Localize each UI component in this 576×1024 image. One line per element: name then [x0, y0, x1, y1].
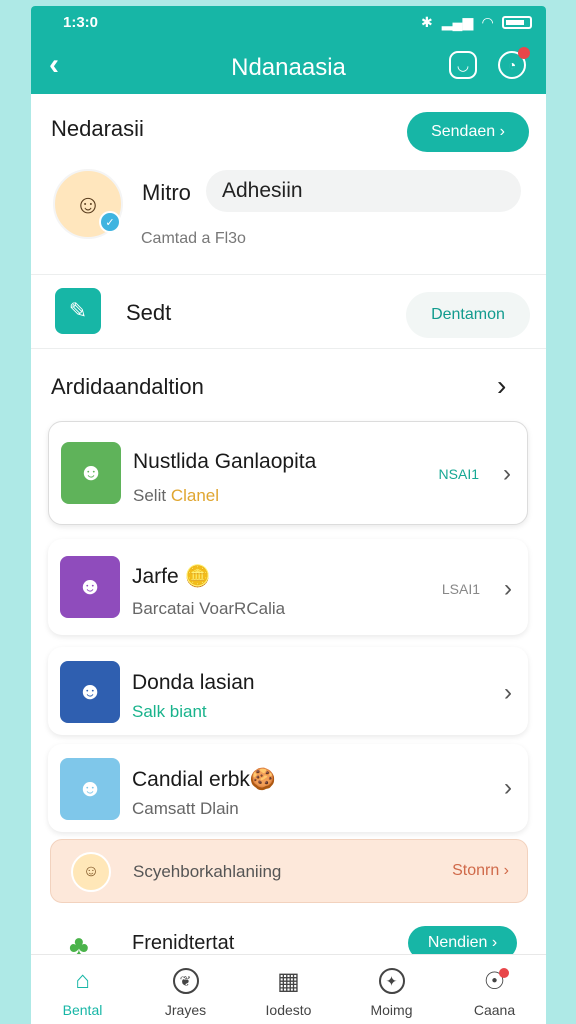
- list-item-sub: Salk biant: [132, 702, 207, 721]
- status-badge: NSAI1: [438, 466, 479, 482]
- app-screen: 1:3:0 ✱ ▂▄▆ ◠ ‹ Ndanaasia ◡ ◔ Nedarasii …: [31, 6, 546, 1024]
- tab-calendar[interactable]: ▦ Iodesto: [237, 955, 340, 1024]
- status-bar: 1:3:0 ✱ ▂▄▆ ◠: [31, 6, 546, 38]
- section-title: Nedarasii: [51, 116, 144, 141]
- tab-compass[interactable]: ✦ Moimg: [340, 955, 443, 1024]
- promo-button[interactable]: Stonrn ›: [452, 862, 509, 880]
- profile-name: Mitro: [142, 180, 191, 205]
- chevron-right-icon: ›: [503, 460, 511, 487]
- list-item-sub: Camsatt Dlain: [132, 799, 239, 818]
- chat-icon[interactable]: ◡: [449, 51, 477, 79]
- status-badge: LSAI1: [441, 581, 480, 597]
- tab-label: Caana: [473, 1002, 516, 1018]
- compass-icon: ✦: [378, 968, 405, 994]
- list-item[interactable]: ☻ Donda lasian Salk biant ›: [48, 647, 528, 735]
- edit-action-button[interactable]: Dentamon: [406, 292, 530, 338]
- send-button[interactable]: Sendaen ›: [407, 112, 529, 152]
- list-item[interactable]: ☻ Candial erbk🍪 Camsatt Dlain ›: [48, 744, 528, 832]
- friend-label: Frenidtertat: [132, 932, 235, 954]
- notification-dot: [499, 968, 509, 978]
- shield-icon: ✓: [99, 211, 121, 233]
- search-input[interactable]: [206, 170, 521, 212]
- wifi-icon: ◠: [482, 13, 493, 30]
- signal-icon: ▂▄▆: [441, 13, 474, 30]
- chevron-right-icon: ›: [504, 679, 512, 706]
- leaf-icon: ❦: [172, 968, 199, 994]
- chevron-right-icon: ›: [504, 575, 512, 602]
- calendar-icon: ▦: [277, 967, 300, 995]
- list-item-name: Candial erbk🍪: [132, 768, 277, 791]
- tab-label: Iodesto: [265, 1002, 312, 1018]
- tab-label: Bental: [62, 1002, 103, 1018]
- bluetooth-icon: ✱: [421, 13, 433, 30]
- chevron-right-icon: ›: [504, 774, 512, 801]
- list-title: Ardidaandaltion: [51, 374, 204, 399]
- notification-dot: [518, 47, 530, 59]
- tab-home[interactable]: ⌂ Bental: [31, 955, 134, 1024]
- tab-label: Moimg: [370, 1002, 413, 1018]
- chevron-right-icon[interactable]: ›: [497, 370, 506, 402]
- status-icons: ✱ ▂▄▆ ◠: [421, 14, 532, 31]
- list-item-sub-b: Clanel: [170, 486, 220, 505]
- list-item-sub: Barcatai VoarRCalia: [132, 599, 286, 618]
- battery-icon: [502, 15, 532, 29]
- home-icon: ⌂: [75, 967, 90, 994]
- avatar: ☻: [61, 442, 121, 504]
- status-time: 1:3:0: [63, 13, 99, 31]
- avatar: ☻: [60, 556, 120, 618]
- profile-subtitle: Camtad a Fl3o: [141, 230, 246, 247]
- list-item-sub: Selit Clanel: [133, 486, 219, 506]
- promo-banner[interactable]: ☺ Scyehborkahlaniing Stonrn ›: [50, 839, 528, 903]
- avatar: ☻: [60, 758, 120, 820]
- list-item[interactable]: ☻ Nustlida Ganlaopita Selit Clanel NSAI1…: [48, 421, 528, 525]
- tab-profile[interactable]: ☉ Caana: [443, 955, 546, 1024]
- nav-row: ‹ Ndanaasia ◡ ◔: [31, 42, 546, 88]
- list-item-sub-a: Selit: [133, 486, 167, 505]
- list-item-name: Donda lasian: [132, 671, 255, 694]
- tab-label: Jrayes: [164, 1002, 207, 1018]
- edit-label: Sedt: [126, 300, 172, 325]
- avatar: ☺: [71, 852, 111, 892]
- avatar: ☻: [60, 661, 120, 723]
- divider: [31, 348, 546, 349]
- list-item[interactable]: ☻ Jarfe 🪙 Barcatai VoarRCalia LSAI1 ›: [48, 539, 528, 635]
- divider: [31, 274, 546, 275]
- list-item-name: Nustlida Ganlaopita: [133, 450, 317, 473]
- app-header: 1:3:0 ✱ ▂▄▆ ◠ ‹ Ndanaasia ◡ ◔: [31, 6, 546, 94]
- list-item-name: Jarfe 🪙: [132, 565, 211, 588]
- promo-text: Scyehborkahlaniing: [133, 862, 282, 881]
- edit-icon[interactable]: ✎: [55, 288, 101, 334]
- tab-bar: ⌂ Bental ❦ Jrayes ▦ Iodesto ✦ Moimg ☉ Ca…: [31, 954, 546, 1024]
- tab-leaf[interactable]: ❦ Jrayes: [134, 955, 237, 1024]
